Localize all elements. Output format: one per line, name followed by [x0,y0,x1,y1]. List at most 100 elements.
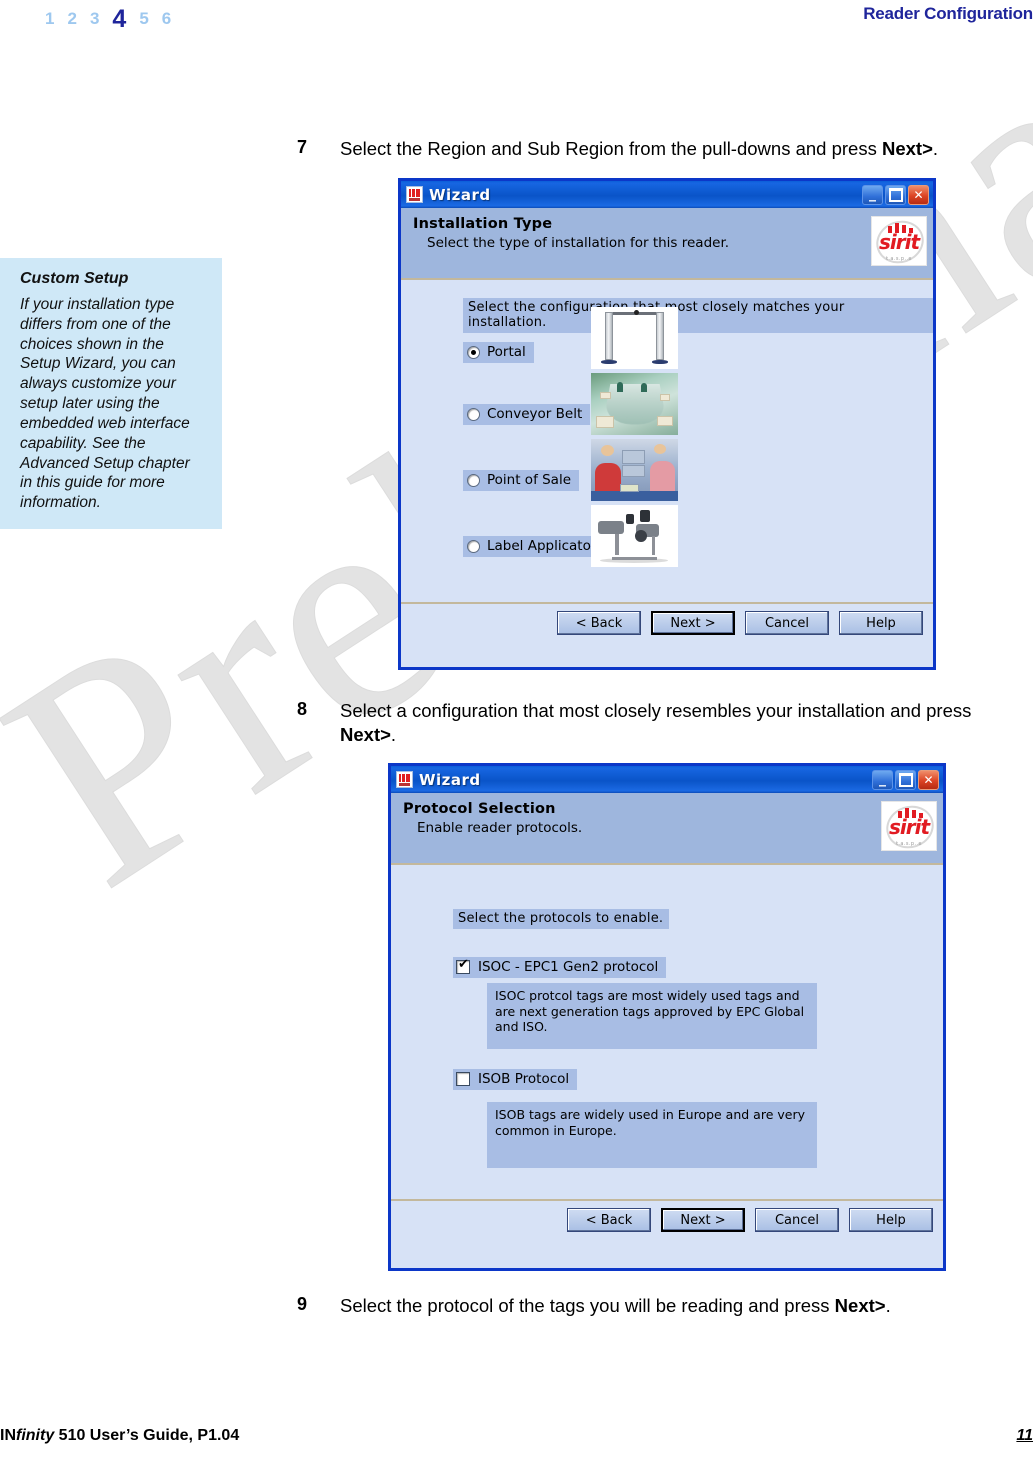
step-9-text: Select the protocol of the tags you will… [340,1294,891,1318]
page-title: Reader Configuration [863,4,1033,23]
dialog1-header: Installation Type Select the type of ins… [401,208,933,280]
protocol-isob-label: ISOB Protocol [478,1071,570,1087]
chapter-number-strip: 1 2 3 4 5 6 [45,2,172,33]
cancel-button[interactable]: Cancel [755,1208,839,1232]
close-icon[interactable]: ✕ [918,769,939,790]
footer-suffix: 510 User’s Guide, P1.04 [54,1427,240,1444]
option-portal[interactable]: Portal [463,342,534,363]
step-8-text: Select a configuration that most closely… [340,699,1027,748]
minimize-icon[interactable]: _ [862,184,883,205]
dialog2-hint: Select the protocols to enable. [453,909,670,929]
label-applicator-thumbnail [591,505,678,567]
dialog2-button-bar[interactable]: < Back Next > Cancel Help [391,1199,943,1240]
protocol-isoc-description: ISOC protcol tags are most widely used t… [487,983,817,1049]
footer-guide-name: INfinity 510 User’s Guide, P1.04 [0,1427,239,1445]
step-9-text-before: Select the protocol of the tags you will… [340,1295,835,1316]
radio-portal-icon[interactable] [467,345,480,359]
option-conveyor-belt[interactable]: Conveyor Belt [463,404,591,425]
step-9: 9 Select the protocol of the tags you wi… [297,1294,1033,1318]
note-title: Custom Setup [20,270,129,287]
note-body: If your installation type differs from o… [20,296,190,512]
step-8-text-before: Select a configuration that most closely… [340,700,972,721]
option-portal-chip[interactable]: Portal [463,342,534,363]
portal-thumbnail [591,307,678,369]
help-button[interactable]: Help [849,1208,933,1232]
logo-wordmark: sirit [878,230,920,254]
dialog1-titlebar[interactable]: Wizard _ ✕ [401,181,933,208]
dialog1-button-bar[interactable]: < Back Next > Cancel Help [401,602,933,643]
logo-tagline: t.a.s.p..e [896,841,922,847]
step-7-text-after: . [932,138,939,159]
page-number: 11 [1016,1427,1033,1444]
dialog2-header: Protocol Selection Enable reader protoco… [391,793,943,865]
wizard-app-icon [396,771,413,788]
option-label-label: Label Applicator [487,538,597,554]
logo-tagline: t.a.s.p..e [886,256,912,262]
chapter-number-3: 3 [89,9,100,28]
option-pos-chip[interactable]: Point of Sale [463,470,580,491]
maximize-icon[interactable] [885,184,906,205]
document-page: Preliminary 1 2 3 4 5 6 Reader Configura… [0,0,1033,1463]
dialog1-body: Select the configuration that most close… [401,280,933,643]
protocol-isob-description: ISOB tags are widely used in Europe and … [487,1102,817,1168]
protocol-selection-dialog[interactable]: Wizard _ ✕ Protocol Selection Enable rea… [388,763,946,1271]
close-glyph: ✕ [923,772,934,787]
checkbox-isob-icon[interactable] [456,1072,470,1086]
minimize-glyph: _ [869,185,876,202]
option-point-of-sale[interactable]: Point of Sale [463,470,580,491]
step-8: 8 Select a configuration that most close… [297,699,1027,748]
custom-setup-note: Custom Setup If your installation type d… [0,258,222,530]
dialog2-hint-wrap: Select the protocols to enable. [453,907,670,929]
protocol-isob-chip[interactable]: ISOB Protocol [453,1069,578,1090]
radio-label-applicator-icon[interactable] [467,539,480,553]
protocol-isoc-chip[interactable]: ISOC - EPC1 Gen2 protocol [453,957,667,978]
dialog1-window-controls[interactable]: _ ✕ [862,184,931,205]
chapter-number-6: 6 [161,9,172,28]
step-7: 7 Select the Region and Sub Region from … [297,137,1033,161]
option-conveyor-chip[interactable]: Conveyor Belt [463,404,591,425]
step-9-bold: Next> [834,1295,886,1316]
dialog1-header-text: Installation Type Select the type of ins… [413,216,871,251]
protocol-isoc-row[interactable]: ISOC - EPC1 Gen2 protocol [453,957,667,978]
checkbox-isoc-icon[interactable] [456,958,470,974]
dialog2-header-text: Protocol Selection Enable reader protoco… [403,801,881,836]
maximize-glyph [886,186,905,204]
dialog2-heading: Protocol Selection [403,801,556,817]
wizard-app-icon [406,186,423,203]
option-label-applicator[interactable]: Label Applicator [463,536,605,557]
dialog2-subheading: Enable reader protocols. [417,820,583,836]
step-9-number: 9 [297,1294,308,1314]
logo-wordmark: sirit [888,815,930,839]
next-button[interactable]: Next > [651,611,735,635]
step-8-number: 8 [297,699,308,719]
minimize-icon[interactable]: _ [872,769,893,790]
protocol-isoc-label: ISOC - EPC1 Gen2 protocol [478,959,659,975]
footer-prefix: IN [0,1427,16,1444]
chapter-number-4-current: 4 [112,5,127,33]
dialog2-body: Select the protocols to enable. ISOC - E… [391,865,943,1240]
protocol-isob-row[interactable]: ISOB Protocol [453,1069,578,1090]
chapter-number-5: 5 [139,9,149,28]
maximize-icon[interactable] [895,769,916,790]
option-conveyor-label: Conveyor Belt [487,406,583,422]
maximize-glyph [896,771,915,789]
dialog1-title: Wizard [429,185,491,204]
radio-conveyor-belt-icon[interactable] [467,407,480,421]
back-button[interactable]: < Back [567,1208,651,1232]
next-button[interactable]: Next > [661,1208,745,1232]
footer-italic: finity [16,1427,55,1444]
option-label-chip[interactable]: Label Applicator [463,536,605,557]
step-9-text-after: . [885,1295,891,1316]
close-icon[interactable]: ✕ [908,184,929,205]
dialog2-window-controls[interactable]: _ ✕ [872,769,941,790]
radio-point-of-sale-icon[interactable] [467,473,480,487]
help-button[interactable]: Help [839,611,923,635]
close-glyph: ✕ [913,187,924,202]
installation-type-dialog[interactable]: Wizard _ ✕ Installation Type Select the … [398,178,936,670]
sirit-logo-icon: sirit t.a.s.p..e [881,801,937,851]
step-7-text-before: Select the Region and Sub Region from th… [340,138,882,159]
cancel-button[interactable]: Cancel [745,611,829,635]
dialog1-heading: Installation Type [413,216,553,232]
back-button[interactable]: < Back [557,611,641,635]
dialog2-titlebar[interactable]: Wizard _ ✕ [391,766,943,793]
